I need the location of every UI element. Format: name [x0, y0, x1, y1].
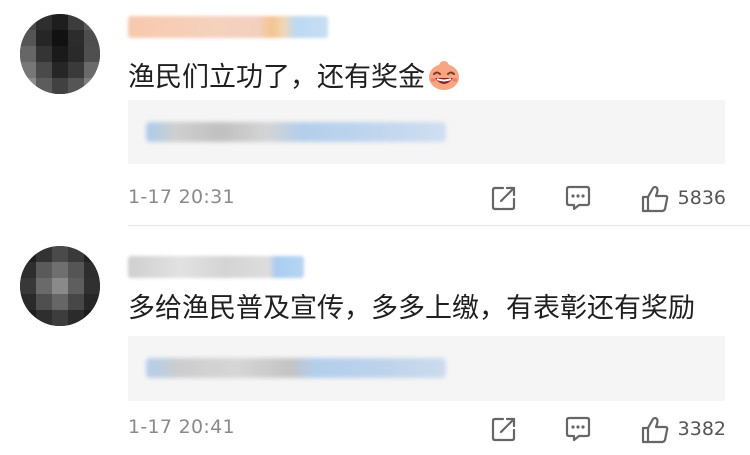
like-count: 3382: [677, 418, 726, 440]
thumbs-up-icon[interactable]: [640, 184, 668, 213]
comment-actions: 5836: [490, 183, 726, 213]
replies-preview[interactable]: [128, 100, 725, 164]
comment-actions: 3382: [490, 414, 726, 444]
replies-preview[interactable]: [128, 336, 725, 401]
comment-text-body: 渔民们立功了，还有奖金: [128, 62, 425, 93]
like-count: 5836: [677, 187, 726, 209]
thumbs-up-icon[interactable]: [640, 415, 668, 444]
repost-icon[interactable]: [490, 415, 518, 443]
username-blurred[interactable]: [128, 16, 328, 38]
avatar-mosaic: [20, 246, 100, 326]
comment-text: 渔民们立功了，还有奖金: [128, 58, 461, 96]
avatar[interactable]: [20, 246, 100, 326]
comment-icon[interactable]: [564, 184, 592, 212]
like-button[interactable]: 5836: [640, 184, 726, 213]
username-blurred[interactable]: [128, 256, 304, 278]
comment-timestamp: 1-17 20:31: [128, 186, 235, 208]
replies-preview-blurred: [146, 122, 446, 142]
comment-icon[interactable]: [564, 415, 592, 443]
comment-item: 渔民们立功了，还有奖金 1-17 20:31 5836: [0, 0, 750, 226]
like-button[interactable]: 3382: [640, 415, 726, 444]
comment-item: 多给渔民普及宣传，多多上缴，有表彰还有奖励 1-17 20:41 3382: [0, 226, 750, 455]
comment-text: 多给渔民普及宣传，多多上缴，有表彰还有奖励: [128, 291, 695, 327]
laughing-face-emoji-icon: [427, 58, 461, 92]
avatar[interactable]: [20, 14, 100, 94]
comment-timestamp: 1-17 20:41: [128, 416, 235, 438]
avatar-mosaic: [20, 14, 100, 94]
repost-icon[interactable]: [490, 184, 518, 212]
replies-preview-blurred: [146, 358, 446, 378]
comment-text-body: 多给渔民普及宣传，多多上缴，有表彰还有奖励: [128, 293, 695, 324]
